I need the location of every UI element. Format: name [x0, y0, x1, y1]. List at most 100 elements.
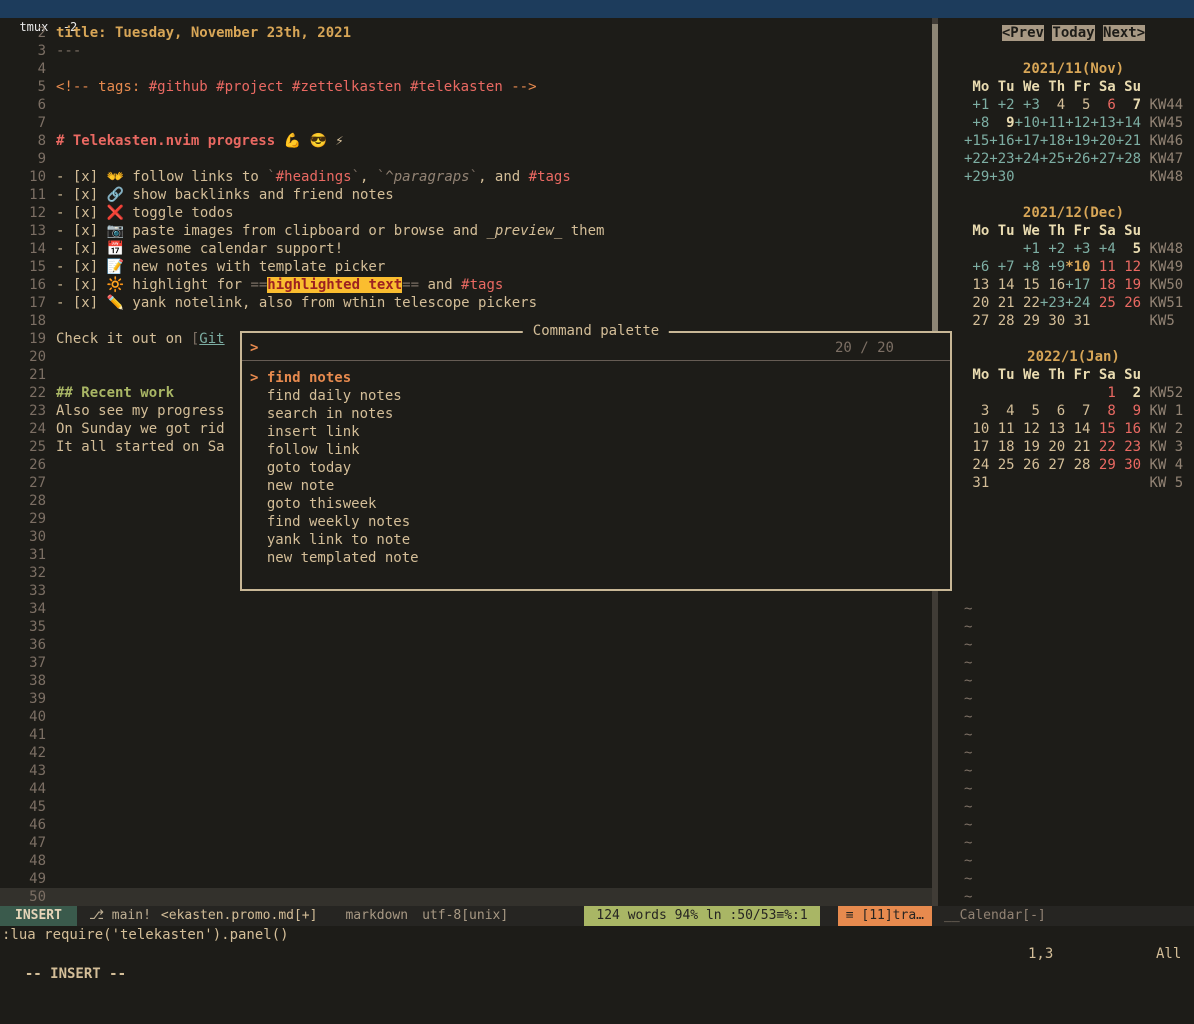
calendar-day[interactable]: 18 — [1090, 277, 1115, 293]
calendar-day[interactable]: +14 — [1116, 115, 1141, 131]
calendar-day[interactable]: +2 — [989, 97, 1014, 113]
calendar-day[interactable]: 7 — [1116, 97, 1141, 113]
editor-line[interactable]: 9 — [0, 150, 932, 168]
palette-item[interactable]: follow link — [250, 441, 942, 459]
calendar-day[interactable]: 4 — [1040, 97, 1065, 113]
editor-line[interactable]: 42 — [0, 744, 932, 762]
calendar-day[interactable]: +4 — [1090, 241, 1115, 257]
calendar-day[interactable]: 6 — [1040, 403, 1065, 419]
calendar-day[interactable]: 16 — [1116, 421, 1141, 437]
prompt-caret[interactable]: > — [250, 339, 835, 357]
editor-line[interactable]: 13- [x] 📷 paste images from clipboard or… — [0, 222, 932, 240]
calendar-today-button[interactable]: Today — [1052, 25, 1094, 41]
calendar-day[interactable]: 15 — [1015, 277, 1040, 293]
calendar-day[interactable]: +2 — [1040, 241, 1065, 257]
calendar-day[interactable]: 10 — [964, 421, 989, 437]
calendar-day[interactable]: 30 — [1040, 313, 1065, 329]
editor-line[interactable]: 48 — [0, 852, 932, 870]
calendar-day[interactable]: +24 — [1015, 151, 1040, 167]
calendar-day[interactable]: 5 — [1015, 403, 1040, 419]
calendar-day[interactable]: 9 — [1116, 403, 1141, 419]
calendar-day[interactable]: +3 — [1015, 97, 1040, 113]
calendar-day[interactable]: 4 — [989, 403, 1014, 419]
editor-line[interactable]: 14- [x] 📅 awesome calendar support! — [0, 240, 932, 258]
editor-line[interactable]: 12- [x] ❌ toggle todos — [0, 204, 932, 222]
palette-item[interactable]: > find notes — [250, 369, 942, 387]
editor-line[interactable]: 44 — [0, 780, 932, 798]
palette-item[interactable]: yank link to note — [250, 531, 942, 549]
calendar-day[interactable]: +17 — [1015, 133, 1040, 149]
calendar-day[interactable]: 2 — [1116, 385, 1141, 401]
calendar-day[interactable]: 28 — [1065, 457, 1090, 473]
editor-line[interactable]: 4 — [0, 60, 932, 78]
calendar-day[interactable]: 24 — [964, 457, 989, 473]
calendar-day[interactable]: +3 — [1065, 241, 1090, 257]
calendar-day[interactable]: 15 — [1090, 421, 1115, 437]
calendar-day[interactable]: +23 — [989, 151, 1014, 167]
calendar-day[interactable]: +16 — [989, 133, 1014, 149]
calendar-day[interactable]: +10 — [1015, 115, 1040, 131]
editor-line[interactable]: 10- [x] 👐 follow links to `#headings`, `… — [0, 168, 932, 186]
calendar-day[interactable]: +30 — [989, 169, 1014, 185]
calendar-day[interactable]: 12 — [1015, 421, 1040, 437]
editor-line[interactable]: 15- [x] 📝 new notes with template picker — [0, 258, 932, 276]
editor-line[interactable]: 34 — [0, 600, 932, 618]
editor-line[interactable]: 11- [x] 🔗 show backlinks and friend note… — [0, 186, 932, 204]
calendar-day[interactable]: 11 — [1090, 259, 1115, 275]
editor-line[interactable]: 47 — [0, 834, 932, 852]
calendar-day[interactable]: +29 — [964, 169, 989, 185]
calendar-day[interactable]: +18 — [1040, 133, 1065, 149]
calendar-day[interactable]: +22 — [964, 151, 989, 167]
calendar-day[interactable]: 1 — [1090, 385, 1115, 401]
command-line[interactable]: :lua require('telekasten').panel() — [0, 926, 289, 944]
calendar-day[interactable]: 7 — [1065, 403, 1090, 419]
calendar-day[interactable]: +1 — [1015, 241, 1040, 257]
editor-line[interactable]: 46 — [0, 816, 932, 834]
editor-line[interactable]: 16- [x] 🔆 highlight for ==highlighted te… — [0, 276, 932, 294]
editor-line[interactable]: 38 — [0, 672, 932, 690]
calendar-day[interactable]: 13 — [964, 277, 989, 293]
calendar-day[interactable]: +17 — [1065, 277, 1090, 293]
calendar-day[interactable]: +27 — [1090, 151, 1115, 167]
calendar-day[interactable]: 18 — [989, 439, 1014, 455]
editor-line[interactable]: 40 — [0, 708, 932, 726]
calendar-day[interactable]: +12 — [1065, 115, 1090, 131]
calendar-day[interactable]: 22 — [1015, 295, 1040, 311]
calendar-day[interactable]: 14 — [1065, 421, 1090, 437]
palette-item[interactable]: new note — [250, 477, 942, 495]
calendar-day[interactable]: +11 — [1040, 115, 1065, 131]
calendar-day[interactable]: 27 — [964, 313, 989, 329]
palette-item[interactable]: goto thisweek — [250, 495, 942, 513]
calendar-day[interactable]: +20 — [1090, 133, 1115, 149]
palette-item[interactable]: new templated note — [250, 549, 942, 567]
calendar-day[interactable]: +24 — [1065, 295, 1090, 311]
editor-line[interactable]: 17- [x] ✏️ yank notelink, also from wthi… — [0, 294, 932, 312]
calendar-day[interactable]: +25 — [1040, 151, 1065, 167]
calendar-day[interactable]: 26 — [1015, 457, 1040, 473]
editor-line[interactable]: 6 — [0, 96, 932, 114]
calendar-day[interactable]: +7 — [989, 259, 1014, 275]
palette-item[interactable]: search in notes — [250, 405, 942, 423]
calendar-day[interactable]: 6 — [1090, 97, 1115, 113]
calendar-day[interactable]: 8 — [1090, 403, 1115, 419]
calendar-day[interactable]: +15 — [964, 133, 989, 149]
editor-line[interactable]: 43 — [0, 762, 932, 780]
calendar-day[interactable]: 21 — [1065, 439, 1090, 455]
editor-line[interactable]: 18 — [0, 312, 932, 330]
calendar-next-button[interactable]: Next> — [1103, 25, 1145, 41]
calendar-day[interactable]: +28 — [1116, 151, 1141, 167]
palette-item[interactable]: goto today — [250, 459, 942, 477]
calendar-day[interactable]: 9 — [989, 115, 1014, 131]
calendar-day[interactable]: +23 — [1040, 295, 1065, 311]
calendar-day[interactable]: *10 — [1065, 259, 1090, 275]
editor-line[interactable]: 49 — [0, 870, 932, 888]
calendar-day[interactable]: 20 — [1040, 439, 1065, 455]
calendar-day[interactable]: 31 — [1065, 313, 1090, 329]
editor-line[interactable]: 50 — [0, 888, 932, 906]
calendar-day[interactable]: 29 — [1090, 457, 1115, 473]
calendar-day[interactable]: 30 — [1116, 457, 1141, 473]
editor-line[interactable]: 45 — [0, 798, 932, 816]
calendar-day[interactable]: 19 — [1015, 439, 1040, 455]
calendar-day[interactable]: 31 — [964, 475, 989, 491]
editor-line[interactable]: 35 — [0, 618, 932, 636]
